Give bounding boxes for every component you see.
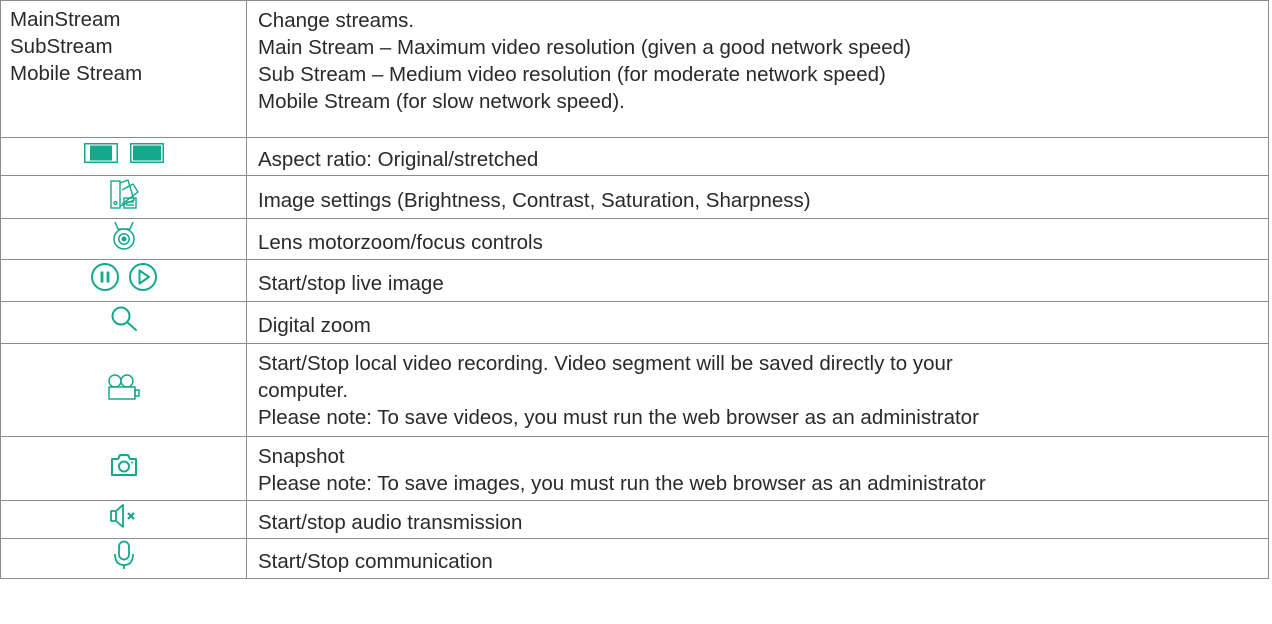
table-row: Snapshot Please note: To save images, yo… (0, 436, 1269, 501)
control-legend-table: MainStream SubStream Mobile Stream Chang… (0, 0, 1269, 579)
icon-cell (0, 343, 247, 437)
description-cell: Image settings (Brightness, Contrast, Sa… (246, 175, 1269, 219)
table-row: Start/Stop local video recording. Video … (0, 343, 1269, 437)
description-line: Please note: To save videos, you must ru… (258, 406, 979, 429)
table-row: Aspect ratio: Original/stretched (0, 137, 1269, 176)
description-line: Aspect ratio: Original/stretched (258, 148, 539, 171)
icon-cell (0, 137, 247, 176)
description-cell: Lens motorzoom/focus controls (246, 218, 1269, 260)
table-row: Lens motorzoom/focus controls (0, 218, 1269, 260)
description-line: Image settings (Brightness, Contrast, Sa… (258, 188, 811, 212)
stream-name-sub: SubStream (10, 35, 113, 58)
description-line: Sub Stream – Medium video resolution (fo… (258, 63, 886, 86)
description-line: Start/stop audio transmission (258, 511, 523, 534)
description-cell: Start/stop audio transmission (246, 500, 1269, 539)
description-cell: Change streams. Main Stream – Maximum vi… (246, 0, 1269, 138)
table-row: Start/stop live image (0, 259, 1269, 302)
description-line: computer. (258, 379, 349, 402)
table-row: Start/Stop communication (0, 538, 1269, 579)
stream-names-cell: MainStream SubStream Mobile Stream (0, 0, 247, 138)
magnifier-icon (110, 305, 138, 333)
aspect-stretched-icon (129, 143, 164, 163)
description-line: Start/Stop local video recording. Video … (258, 352, 953, 375)
table-row: MainStream SubStream Mobile Stream Chang… (0, 0, 1269, 138)
camera-icon (110, 453, 138, 477)
description-line: Lens motorzoom/focus controls (258, 230, 543, 254)
icon-cell (0, 259, 247, 302)
description-line: Snapshot (258, 445, 345, 468)
speaker-muted-icon (109, 503, 139, 529)
aspect-original-icon (83, 143, 118, 163)
description-cell: Snapshot Please note: To save images, yo… (246, 436, 1269, 501)
lens-icon (112, 220, 136, 252)
description-line: Digital zoom (258, 314, 371, 337)
icon-cell (0, 175, 247, 219)
description-line: Mobile Stream (for slow network speed). (258, 90, 625, 113)
icon-cell (0, 218, 247, 260)
description-line: Main Stream – Maximum video resolution (… (258, 36, 911, 59)
description-cell: Start/stop live image (246, 259, 1269, 302)
description-line: Change streams. (258, 9, 415, 32)
table-row: Start/stop audio transmission (0, 500, 1269, 539)
play-icon (128, 262, 158, 292)
description-line: Please note: To save images, you must ru… (258, 472, 986, 495)
video-camera-icon (106, 373, 142, 400)
icon-cell (0, 500, 247, 539)
microphone-icon (113, 540, 135, 570)
description-line: Start/Stop communication (258, 550, 493, 573)
table-row: Image settings (Brightness, Contrast, Sa… (0, 175, 1269, 219)
description-line: Start/stop live image (258, 272, 444, 295)
icon-cell (0, 301, 247, 344)
stream-name-main: MainStream (10, 8, 121, 31)
description-cell: Aspect ratio: Original/stretched (246, 137, 1269, 176)
description-cell: Start/Stop local video recording. Video … (246, 343, 1269, 437)
description-cell: Digital zoom (246, 301, 1269, 344)
icon-cell (0, 436, 247, 501)
stream-name-mobile: Mobile Stream (10, 62, 143, 85)
table-row: Digital zoom (0, 301, 1269, 344)
pause-icon (90, 262, 120, 292)
description-cell: Start/Stop communication (246, 538, 1269, 579)
icon-cell (0, 538, 247, 579)
image-settings-icon (109, 178, 139, 210)
